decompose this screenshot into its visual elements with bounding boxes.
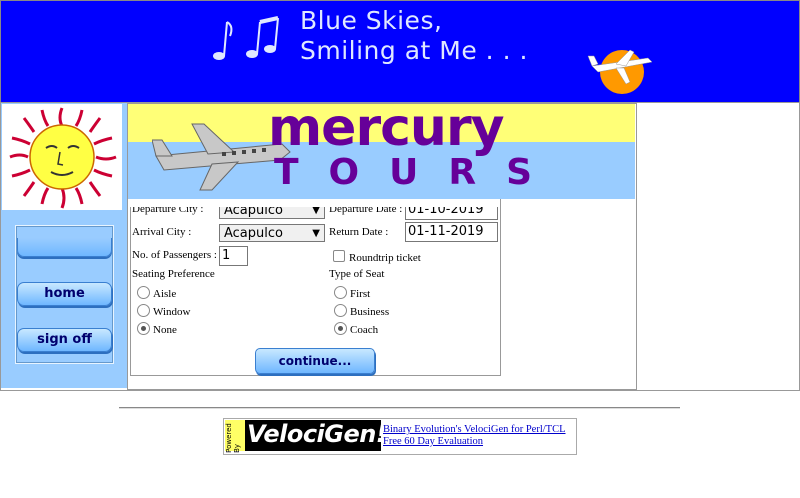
music-notes-icon	[213, 16, 279, 60]
footer-divider	[119, 407, 680, 409]
arrival-city-select[interactable]: Acapulco ▼	[219, 224, 325, 242]
form-overlap-strip	[128, 199, 500, 207]
sun-airplane-icon	[587, 49, 653, 94]
roundtrip-label: Roundtrip ticket	[349, 252, 421, 264]
seat-coach-label: Coach	[350, 324, 379, 336]
velocigen-logo[interactable]: Powered By VelociGen!	[224, 420, 387, 453]
sign-off-button[interactable]: sign off	[17, 328, 112, 352]
return-date-input[interactable]: 01-11-2019	[405, 222, 498, 242]
seating-window-radio[interactable]	[137, 304, 150, 317]
banner-line-1: Blue Skies,	[300, 6, 443, 35]
home-button[interactable]: home	[17, 282, 112, 306]
seat-type-label: Type of Seat	[329, 268, 385, 280]
passengers-label: No. of Passengers :	[132, 249, 217, 261]
arrival-city-value: Acapulco	[224, 226, 283, 241]
dropdown-arrow-icon: ▼	[312, 228, 320, 239]
banner-line-2: Smiling at Me . . .	[300, 36, 528, 65]
return-date-label: Return Date :	[329, 226, 389, 238]
roundtrip-checkbox[interactable]	[333, 250, 345, 262]
seat-first-radio[interactable]	[334, 286, 347, 299]
velocigen-logo-text: VelociGen!	[247, 420, 387, 448]
powered-by-text: Powered By	[224, 423, 241, 453]
passengers-input[interactable]: 1	[219, 246, 248, 266]
seat-coach-radio[interactable]	[334, 322, 347, 335]
logo-mercury-text: mercury	[268, 104, 504, 158]
seating-window-label: Window	[153, 306, 191, 318]
arrival-city-label: Arrival City :	[132, 226, 192, 238]
seating-none-label: None	[153, 324, 177, 336]
seat-business-radio[interactable]	[334, 304, 347, 317]
seat-business-label: Business	[350, 306, 390, 318]
velocigen-link[interactable]: Binary Evolution's VelociGen for Perl/TC…	[383, 424, 566, 435]
seating-aisle-radio[interactable]	[137, 286, 150, 299]
nav-blank-button[interactable]	[17, 238, 112, 257]
seating-preference-label: Seating Preference	[132, 268, 215, 280]
seating-aisle-label: Aisle	[153, 288, 177, 300]
seat-first-label: First	[350, 288, 371, 300]
mercury-tours-logo: mercury TOURS	[128, 104, 635, 199]
free-evaluation-link[interactable]: Free 60 Day Evaluation	[383, 436, 483, 447]
sun-face-icon	[2, 104, 122, 210]
logo-tours-text: TOURS	[274, 152, 563, 193]
continue-button[interactable]: continue...	[255, 348, 375, 374]
banner-slogan: Blue Skies, Smiling at Me . . .	[300, 6, 528, 66]
seating-none-radio[interactable]	[137, 322, 150, 335]
